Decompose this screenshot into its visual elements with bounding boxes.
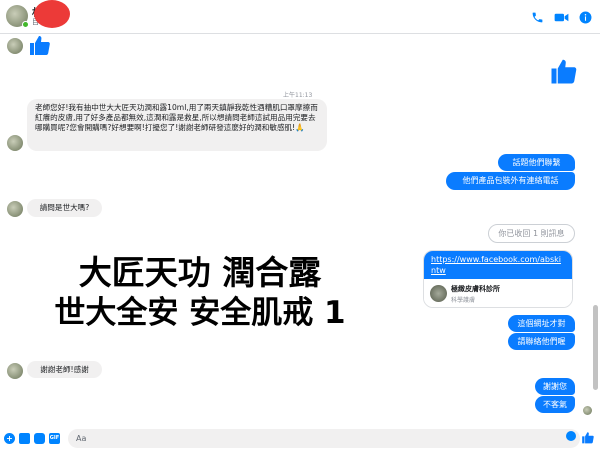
plus-icon[interactable]: + [4, 433, 15, 444]
link-preview-card[interactable]: https://www.facebook.com/abskintw 極緻皮膚科診… [423, 250, 573, 308]
link-title: 極緻皮膚科診所 [451, 285, 500, 293]
like-sticker-incoming [28, 34, 52, 60]
redaction-mark [34, 0, 70, 28]
link-subtitle: 科學護膚 [451, 297, 476, 304]
info-icon[interactable] [579, 9, 592, 28]
message-bubble-outgoing: 請聯絡他們喔 [508, 333, 575, 350]
like-sticker-outgoing [549, 57, 579, 89]
page-thumbnail [430, 285, 447, 302]
message-bubble-outgoing: 謝謝您 [535, 378, 575, 395]
sticker-icon[interactable] [34, 433, 45, 444]
scrollbar[interactable] [593, 305, 598, 390]
message-timestamp: 上午11:13 [283, 92, 313, 99]
emoji-icon[interactable] [566, 431, 576, 441]
message-bubble-incoming: 老師您好!我有抽中世大大匠天功潤和露10ml,用了兩天鎮靜我乾性酒糟肌口罩摩擦而… [27, 99, 327, 151]
message-bubble-outgoing: 不客氣 [535, 396, 575, 413]
image-icon[interactable] [19, 433, 30, 444]
contact-avatar-small [7, 201, 23, 217]
message-input[interactable]: Aa [68, 429, 580, 448]
link-url[interactable]: https://www.facebook.com/abskintw [424, 251, 572, 279]
message-bubble-outgoing: 他們產品包裝外有連絡電話 [446, 172, 575, 190]
phone-icon[interactable] [531, 9, 544, 28]
message-bubble-incoming: 請問是世大嗎? [27, 199, 102, 217]
message-bubble-incoming: 謝謝老師!感謝 [27, 361, 102, 378]
composer-bar: + GIF Aa [0, 426, 600, 452]
contact-avatar-small [7, 363, 23, 379]
like-send-icon[interactable] [581, 429, 595, 448]
chat-header: 林 目 [0, 0, 600, 34]
contact-avatar-small [7, 135, 23, 151]
overlay-caption-line2: 世大全安 安全肌戒 1 [54, 295, 346, 331]
video-icon[interactable] [554, 9, 569, 28]
gif-icon[interactable]: GIF [49, 433, 60, 444]
online-status-dot [22, 21, 29, 28]
unsent-message-notice: 你已收回 1 則訊息 [488, 224, 575, 243]
read-receipt-avatar [583, 406, 592, 415]
message-bubble-outgoing: 話題他們聯繫 [498, 154, 575, 171]
message-bubble-outgoing: 這個網址才對 [508, 315, 575, 332]
contact-avatar-small [7, 38, 23, 54]
